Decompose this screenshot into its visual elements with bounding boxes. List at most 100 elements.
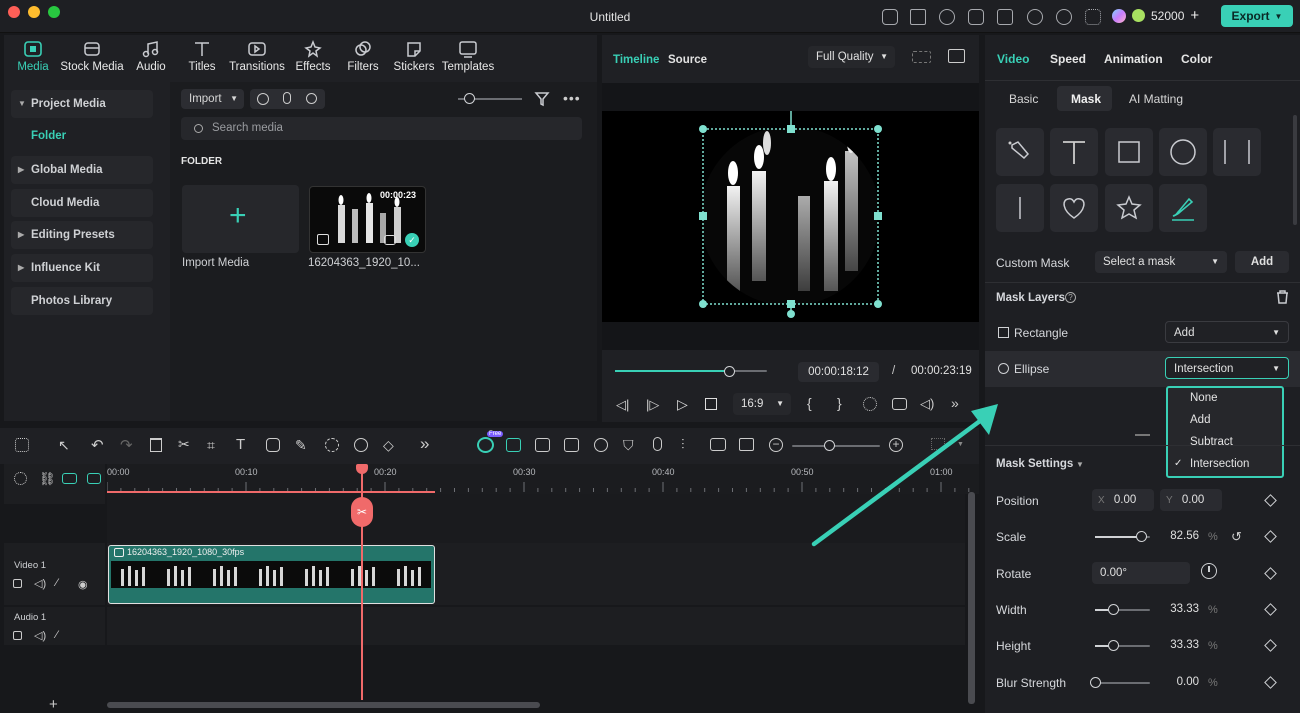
tab-audio[interactable]: Audio bbox=[134, 40, 168, 73]
sidebar-item-cloud-media[interactable]: Cloud Media bbox=[11, 189, 153, 217]
eye-icon[interactable]: ◉ bbox=[78, 578, 88, 591]
tab-transitions[interactable]: Transitions bbox=[228, 40, 286, 73]
tab-stickers[interactable]: Stickers bbox=[392, 40, 436, 73]
save-icon[interactable] bbox=[997, 9, 1013, 25]
add-video-track-icon[interactable] bbox=[62, 473, 77, 484]
media-clip-thumbnail[interactable]: 00:00:23 ✓ bbox=[309, 186, 426, 253]
current-time[interactable]: 00:00:18:12 bbox=[798, 362, 879, 382]
inspector-scrollbar[interactable] bbox=[1293, 115, 1297, 225]
send-icon[interactable] bbox=[910, 9, 926, 25]
chevron-down-icon[interactable]: ▼ bbox=[1076, 460, 1084, 469]
delete-icon[interactable] bbox=[150, 438, 162, 452]
import-media-tile[interactable]: + bbox=[182, 185, 299, 253]
split-scissors-icon[interactable]: ✂ bbox=[351, 497, 373, 527]
mask-rectangle-tile[interactable] bbox=[1105, 128, 1153, 176]
quality-dropdown[interactable]: Full Quality ▼ bbox=[808, 46, 895, 68]
height-value[interactable]: 33.33 bbox=[1158, 639, 1199, 651]
mask-text-tile[interactable] bbox=[1050, 128, 1098, 176]
blur-slider[interactable] bbox=[1095, 682, 1150, 684]
keyframe-tool-icon[interactable]: ◇ bbox=[383, 437, 394, 454]
microphone-icon[interactable] bbox=[653, 437, 662, 451]
support-icon[interactable] bbox=[1056, 9, 1072, 25]
preview-canvas[interactable] bbox=[602, 102, 979, 322]
add-mask-button[interactable]: Add bbox=[1235, 251, 1289, 273]
export-button[interactable]: Export ▼ bbox=[1221, 5, 1293, 27]
drag-handle[interactable] bbox=[1135, 434, 1150, 436]
layout-grid-icon[interactable] bbox=[15, 438, 29, 452]
tab-source[interactable]: Source bbox=[668, 54, 707, 66]
shape-icon[interactable] bbox=[266, 438, 280, 452]
color-pick-icon[interactable]: ✎ bbox=[295, 437, 307, 454]
unlink-icon[interactable]: ⛓ bbox=[39, 471, 56, 487]
split-scissors-icon[interactable]: ✂ bbox=[178, 436, 190, 453]
tab-color[interactable]: Color bbox=[1181, 52, 1212, 66]
speed-icon[interactable] bbox=[325, 438, 339, 452]
width-value[interactable]: 33.33 bbox=[1158, 603, 1199, 615]
more-options-icon[interactable]: ••• bbox=[563, 90, 581, 106]
rotation-dial-icon[interactable] bbox=[1201, 563, 1217, 579]
help-icon[interactable]: ? bbox=[1065, 292, 1076, 303]
menu-item-subtract[interactable]: Subtract bbox=[1190, 436, 1233, 448]
undo-icon[interactable]: ↶ bbox=[91, 436, 104, 454]
crop-icon[interactable]: ⌗ bbox=[207, 437, 215, 454]
sidebar-item-global-media[interactable]: ▶ Global Media bbox=[11, 156, 153, 184]
previous-frame-icon[interactable]: ◁| bbox=[616, 397, 629, 413]
trash-icon[interactable] bbox=[1276, 290, 1289, 304]
layer-mode-dropdown-open[interactable]: Intersection ▼ bbox=[1165, 357, 1289, 379]
timer-icon[interactable] bbox=[354, 438, 368, 452]
grid-view-icon[interactable] bbox=[912, 51, 931, 63]
microphone-icon[interactable] bbox=[283, 92, 291, 104]
timeline-horizontal-scrollbar[interactable] bbox=[107, 702, 540, 708]
scale-slider-knob[interactable] bbox=[1135, 531, 1147, 542]
track-settings-icon[interactable] bbox=[14, 472, 27, 485]
filter-icon[interactable] bbox=[534, 91, 550, 107]
credits-indicator[interactable]: 52000 + bbox=[1112, 7, 1199, 24]
sidebar-item-project-media[interactable]: ▼ Project Media bbox=[11, 90, 153, 118]
sidebar-item-editing-presets[interactable]: ▶ Editing Presets bbox=[11, 221, 153, 249]
select-pointer-icon[interactable]: ↖ bbox=[58, 437, 70, 454]
mask-star-tile[interactable] bbox=[1105, 184, 1153, 232]
mute-icon[interactable]: ⁄ bbox=[56, 577, 58, 589]
tab-speed[interactable]: Speed bbox=[1050, 52, 1086, 66]
redo-icon[interactable]: ↷ bbox=[120, 436, 133, 454]
tab-media[interactable]: Media bbox=[14, 40, 52, 73]
menu-item-intersection[interactable]: Intersection bbox=[1190, 458, 1249, 470]
mute-icon[interactable]: ⁄ bbox=[56, 629, 58, 641]
tab-titles[interactable]: Titles bbox=[185, 40, 219, 73]
reset-icon[interactable]: ↺ bbox=[1231, 529, 1242, 545]
aspect-ratio-dropdown[interactable]: 16:9 ▼ bbox=[733, 393, 791, 415]
scale-value[interactable]: 82.56 bbox=[1158, 530, 1199, 542]
add-track-icon[interactable]: + bbox=[49, 696, 58, 713]
subtab-mask[interactable]: Mask bbox=[1071, 92, 1101, 106]
shield-icon[interactable]: ⛉ bbox=[623, 437, 634, 454]
mask-ellipse-tile[interactable] bbox=[1159, 128, 1207, 176]
zoom-out-icon[interactable]: − bbox=[769, 438, 783, 452]
playback-progress-knob[interactable] bbox=[724, 366, 735, 377]
mask-draw-tile[interactable] bbox=[1159, 184, 1207, 232]
blur-slider-knob[interactable] bbox=[1090, 677, 1101, 688]
play-backward-icon[interactable]: |▷ bbox=[646, 397, 659, 413]
volume-icon[interactable]: ◁) bbox=[34, 629, 46, 642]
ai-mascot-icon[interactable] bbox=[477, 437, 494, 453]
sidebar-item-photos-library[interactable]: Photos Library bbox=[11, 287, 153, 315]
record-icon[interactable] bbox=[257, 93, 269, 105]
gift-icon[interactable] bbox=[882, 9, 898, 25]
monitor-icon[interactable] bbox=[968, 9, 984, 25]
select-mask-dropdown[interactable]: Select a mask ▼ bbox=[1095, 251, 1227, 273]
thumbnail-size-knob[interactable] bbox=[464, 93, 475, 104]
tab-timeline[interactable]: Timeline bbox=[613, 54, 659, 66]
snapshot-icon[interactable] bbox=[948, 49, 965, 63]
menu-item-none[interactable]: None bbox=[1190, 392, 1218, 404]
apps-grid-icon[interactable] bbox=[1085, 9, 1101, 25]
image-tool-icon[interactable] bbox=[564, 438, 579, 452]
avatar[interactable] bbox=[1112, 8, 1126, 23]
position-x-input[interactable]: X 0.00 bbox=[1092, 489, 1154, 511]
import-dropdown[interactable]: Import ▼ bbox=[181, 89, 244, 109]
mask-pen-tile[interactable] bbox=[996, 128, 1044, 176]
text-tool-icon[interactable]: T bbox=[236, 436, 245, 453]
volume-icon[interactable]: ◁) bbox=[34, 577, 46, 590]
layer-mode-dropdown[interactable]: Add ▼ bbox=[1165, 321, 1289, 343]
lock-icon[interactable] bbox=[13, 579, 22, 588]
stabilize-icon[interactable] bbox=[594, 438, 608, 452]
lock-icon[interactable] bbox=[13, 631, 22, 640]
